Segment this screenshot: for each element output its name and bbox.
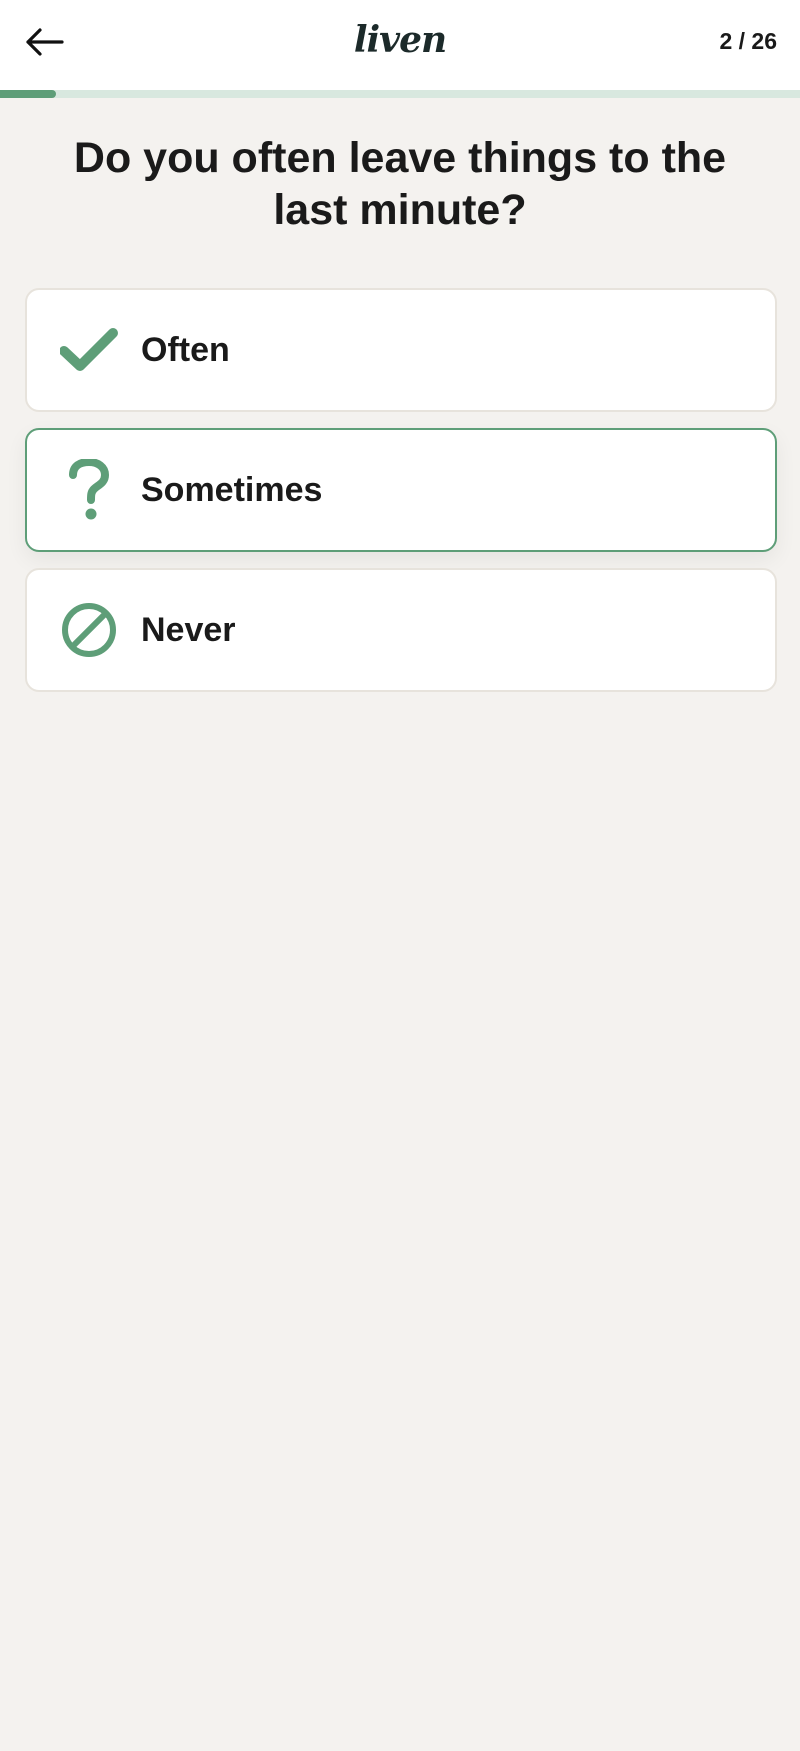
question-title: Do you often leave things to the last mi… bbox=[73, 134, 727, 234]
liven-logo: liven bbox=[0, 12, 800, 68]
checkmark-icon bbox=[59, 320, 119, 380]
option-label: Often bbox=[141, 330, 230, 369]
option-label: Never bbox=[141, 610, 236, 649]
question-mark-icon bbox=[59, 459, 119, 520]
progress-bar bbox=[0, 90, 800, 98]
option-often[interactable]: Often bbox=[25, 288, 777, 412]
prohibited-icon bbox=[59, 600, 119, 660]
logo-text: liven bbox=[353, 19, 447, 61]
option-never[interactable]: Never bbox=[25, 568, 777, 692]
top-bar: liven 2 / 26 bbox=[0, 0, 800, 90]
progress-bar-fill bbox=[0, 90, 56, 98]
option-sometimes[interactable]: Sometimes bbox=[25, 428, 777, 552]
option-label: Sometimes bbox=[141, 470, 323, 509]
question-counter: 2 / 26 bbox=[719, 28, 777, 54]
answer-options: Often Sometimes Never bbox=[25, 288, 777, 708]
